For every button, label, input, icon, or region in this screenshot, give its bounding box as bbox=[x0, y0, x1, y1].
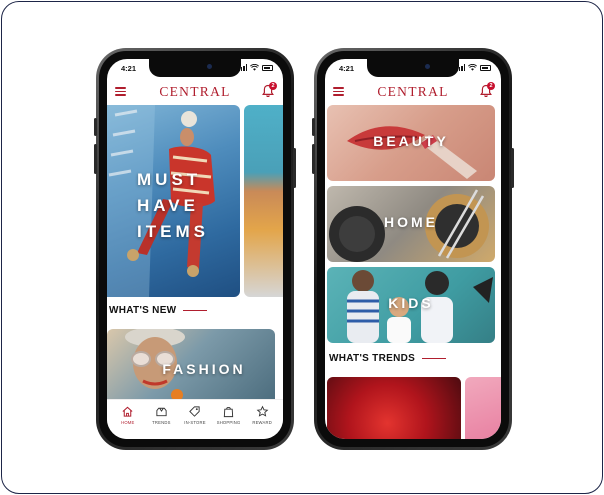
tab-trends-label: TRENDS bbox=[152, 420, 171, 425]
section-title: WHAT'S TRENDS bbox=[329, 353, 416, 364]
wifi-icon bbox=[468, 64, 477, 71]
category-card-kids[interactable]: KIDS bbox=[327, 267, 495, 343]
section-title: WHAT'S NEW bbox=[109, 305, 177, 316]
tab-shopping-label: SHOPPING bbox=[216, 420, 241, 425]
notification-bell-icon[interactable]: 2 bbox=[261, 82, 277, 98]
phone-left: 4:21 CENTRAL 2 MUST HAVE ITEMS WHAT'S NE… bbox=[94, 48, 296, 450]
tab-home-label: HOME bbox=[121, 420, 135, 425]
category-label: HOME bbox=[384, 214, 438, 230]
phone-right: 4:21 CENTRAL 2 BEAUTY HOME KIDS WHAT'S T… bbox=[312, 48, 514, 450]
brand-logo: CENTRAL bbox=[377, 84, 449, 99]
category-card-beauty[interactable]: BEAUTY bbox=[327, 105, 495, 181]
showcase-frame: 4:21 CENTRAL 2 MUST HAVE ITEMS WHAT'S NE… bbox=[1, 1, 603, 494]
trends-icon bbox=[156, 407, 167, 417]
battery-icon bbox=[262, 64, 273, 71]
shopping-bag-icon bbox=[223, 406, 234, 418]
battery-icon bbox=[480, 64, 491, 71]
tab-reward-label: REWARD bbox=[252, 420, 272, 425]
notification-badge: 2 bbox=[269, 82, 277, 90]
hero-card-must-have-items[interactable]: MUST HAVE ITEMS bbox=[107, 105, 240, 297]
notch bbox=[367, 59, 459, 77]
tab-home[interactable]: HOME bbox=[113, 405, 143, 425]
tab-reward[interactable]: REWARD bbox=[247, 405, 277, 425]
status-time: 4:21 bbox=[339, 64, 355, 73]
hero-card-next-peek[interactable] bbox=[244, 105, 283, 297]
trend-card[interactable] bbox=[327, 377, 461, 439]
card-fashion[interactable]: FASHION bbox=[107, 329, 275, 407]
card-fashion-label: FASHION bbox=[162, 361, 246, 377]
category-label: BEAUTY bbox=[373, 133, 449, 149]
status-time: 4:21 bbox=[121, 64, 137, 73]
tab-shopping[interactable]: SHOPPING bbox=[214, 405, 244, 425]
tab-in-store-label: IN-STORE bbox=[184, 420, 206, 425]
trend-card-next-peek[interactable] bbox=[465, 377, 501, 439]
notification-badge: 2 bbox=[487, 82, 495, 90]
app-header: CENTRAL 2 bbox=[325, 81, 501, 103]
hero-card-label: MUST HAVE ITEMS bbox=[137, 170, 209, 241]
screen-categories: 4:21 CENTRAL 2 BEAUTY HOME KIDS WHAT'S T… bbox=[325, 59, 501, 439]
tab-in-store[interactable]: IN-STORE bbox=[180, 405, 210, 425]
star-icon bbox=[256, 405, 269, 417]
section-whats-trends: WHAT'S TRENDS bbox=[329, 353, 447, 364]
screen-home: 4:21 CENTRAL 2 MUST HAVE ITEMS WHAT'S NE… bbox=[107, 59, 283, 439]
app-header: CENTRAL 2 bbox=[107, 81, 283, 103]
bottom-tab-bar: HOME TRENDS IN-STORE SHOPPING REWARD bbox=[107, 399, 283, 439]
notification-bell-icon[interactable]: 2 bbox=[479, 82, 495, 98]
section-whats-new: WHAT'S NEW bbox=[109, 305, 208, 316]
notch bbox=[149, 59, 241, 77]
brand-logo: CENTRAL bbox=[159, 84, 231, 99]
home-icon bbox=[122, 406, 133, 417]
tab-trends[interactable]: TRENDS bbox=[146, 405, 176, 425]
category-label: KIDS bbox=[388, 295, 434, 311]
wifi-icon bbox=[250, 64, 259, 71]
category-card-home[interactable]: HOME bbox=[327, 186, 495, 262]
tag-icon bbox=[189, 406, 201, 417]
